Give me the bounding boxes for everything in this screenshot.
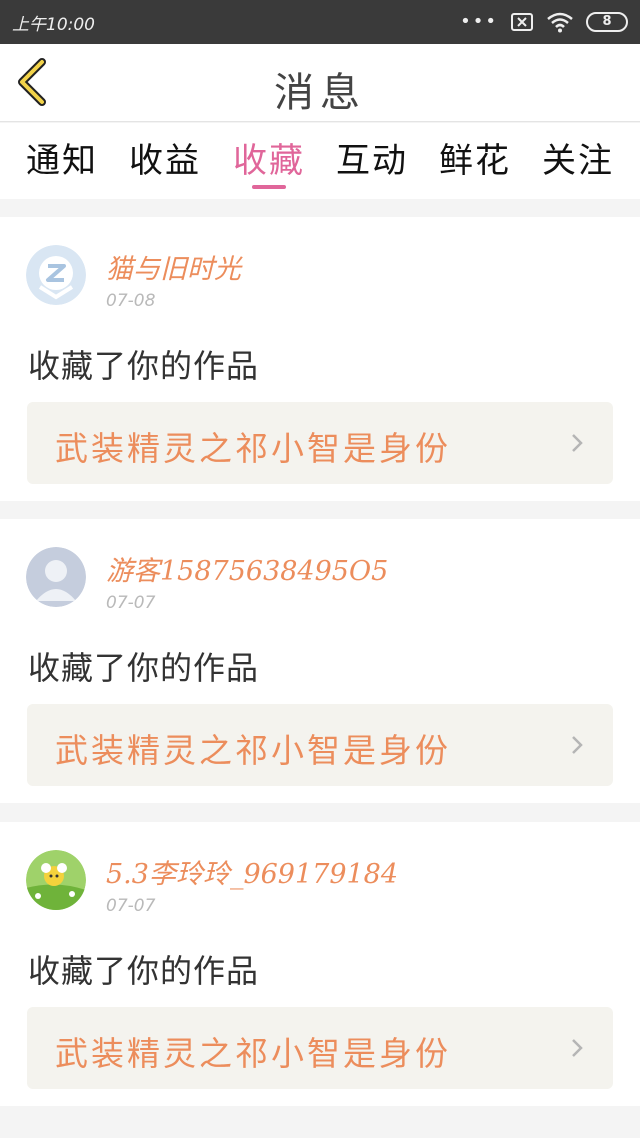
sim-off-icon <box>511 13 533 31</box>
work-link[interactable]: 武装精灵之祁小智是身份 <box>27 402 613 484</box>
tab-flowers[interactable]: 鲜花 <box>430 133 520 193</box>
tab-interactions[interactable]: 互动 <box>327 133 417 193</box>
message-date: 07-07 <box>106 593 156 613</box>
active-tab-indicator <box>252 185 286 189</box>
work-link[interactable]: 武装精灵之祁小智是身份 <box>27 704 613 786</box>
avatar[interactable] <box>26 547 86 607</box>
tab-earnings[interactable]: 收益 <box>120 133 210 193</box>
work-title: 武装精灵之祁小智是身份 <box>55 731 451 770</box>
status-bar: 上午10:00 ••• 8 <box>0 0 640 44</box>
avatar[interactable] <box>26 245 86 305</box>
username[interactable]: 5.3李玲玲_969179184 <box>106 852 398 891</box>
page-title: 消息 <box>274 70 366 116</box>
work-title: 武装精灵之祁小智是身份 <box>55 1034 451 1073</box>
work-link[interactable]: 武装精灵之祁小智是身份 <box>27 1007 613 1089</box>
message-date: 07-07 <box>106 896 156 916</box>
tab-bar: 通知 收益 收藏 互动 鲜花 关注 <box>0 123 640 199</box>
default-person-avatar-icon <box>26 547 86 607</box>
message-card: 游客15875638495O5 07-07 收藏了你的作品 武装精灵之祁小智是身… <box>0 519 640 803</box>
chevron-right-icon <box>572 736 583 754</box>
status-icons: ••• 8 <box>460 10 628 34</box>
battery-icon: 8 <box>586 12 628 32</box>
action-text: 收藏了你的作品 <box>28 952 260 990</box>
chevron-right-icon <box>572 434 583 452</box>
more-dots-icon: ••• <box>460 11 498 32</box>
action-text: 收藏了你的作品 <box>28 649 260 687</box>
avatar[interactable] <box>26 850 86 910</box>
message-date: 07-08 <box>106 291 156 311</box>
tab-favorites[interactable]: 收藏 <box>224 133 314 193</box>
work-title: 武装精灵之祁小智是身份 <box>55 429 451 468</box>
message-card: 5.3李玲玲_969179184 07-07 收藏了你的作品 武装精灵之祁小智是… <box>0 822 640 1106</box>
cartoon-bee-avatar-icon <box>26 850 86 910</box>
tab-notifications[interactable]: 通知 <box>17 133 107 193</box>
username[interactable]: 猫与旧时光 <box>106 247 241 286</box>
tab-follows[interactable]: 关注 <box>533 133 623 193</box>
status-time: 上午10:00 <box>12 15 95 35</box>
chevron-right-icon <box>572 1039 583 1057</box>
message-card: 猫与旧时光 07-08 收藏了你的作品 武装精灵之祁小智是身份 <box>0 217 640 501</box>
wifi-icon <box>547 12 573 33</box>
action-text: 收藏了你的作品 <box>28 347 260 385</box>
default-avatar-z-icon <box>26 245 86 305</box>
username[interactable]: 游客15875638495O5 <box>106 549 388 588</box>
top-nav-bar: 消息 <box>0 44 640 122</box>
